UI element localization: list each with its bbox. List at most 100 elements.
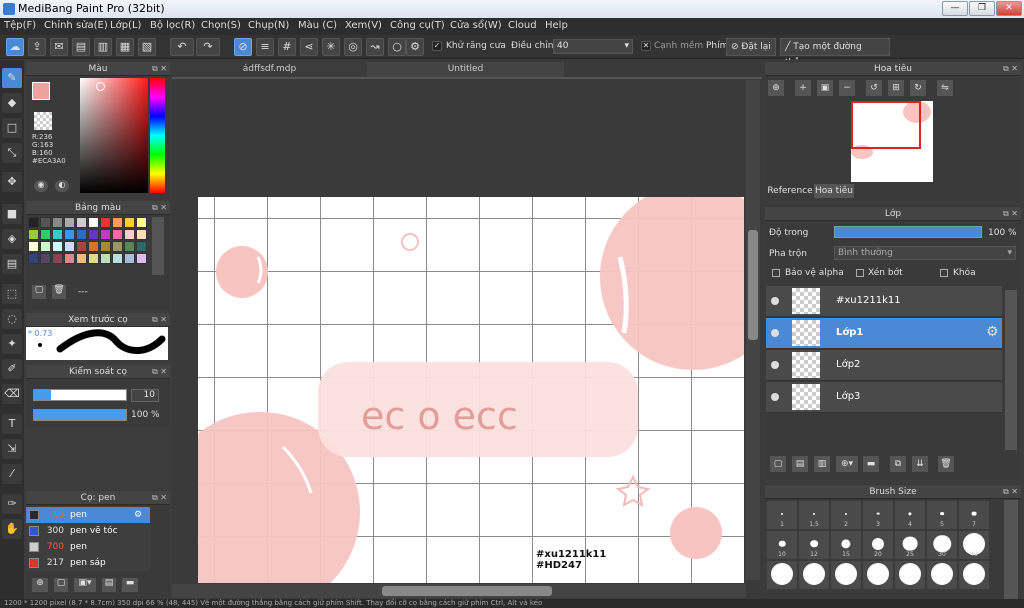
create-line-button[interactable]: ╱ Tạo một đường thẳng [780, 38, 890, 68]
tab-file2[interactable]: Untitled [367, 62, 564, 77]
panel-options-icon[interactable]: ⧉ ✕ [1003, 207, 1018, 221]
eyedropper-tool-icon[interactable]: ⁄ [2, 464, 22, 484]
flip-icon[interactable]: ⇋ [937, 80, 953, 96]
grid-doc-icon[interactable]: ▦ [116, 38, 134, 56]
brush-size-cell[interactable] [798, 560, 830, 590]
layer-row[interactable]: #xu1211k11 [766, 286, 1002, 317]
share-icon[interactable]: ⇪ [28, 38, 46, 56]
palette-scrollbar[interactable] [152, 217, 164, 275]
fit-screen-icon[interactable]: ▣ [817, 80, 833, 96]
folder-icon[interactable]: ▬ [122, 578, 138, 592]
menu-tools[interactable]: Công cụ(T) [390, 20, 445, 31]
palette-swatch[interactable] [100, 217, 111, 228]
grid-snap-icon[interactable]: # [278, 38, 296, 56]
palette-swatch[interactable] [28, 253, 39, 264]
panel-options-icon[interactable]: ⧉ ✕ [152, 365, 167, 379]
fill-rect-tool-icon[interactable]: ■ [2, 204, 22, 224]
menu-help[interactable]: Help [545, 20, 568, 31]
brush-size-cell[interactable] [830, 560, 862, 590]
palette-swatch[interactable] [88, 253, 99, 264]
blend-mode-dropdown[interactable]: Bình thường ▾ [834, 246, 1016, 260]
line-tool-icon[interactable]: ⤡ [2, 143, 22, 163]
new-layer-icon[interactable]: ▢ [770, 456, 786, 472]
palette-swatch[interactable] [40, 253, 51, 264]
gear-icon[interactable]: ⚙ [134, 507, 142, 523]
brush-item[interactable]: 300 pen vẽ tóc [26, 523, 150, 539]
delete-palette-icon[interactable]: 🗑 [52, 285, 66, 299]
palette-swatch[interactable] [76, 241, 87, 252]
palette-swatch[interactable] [52, 229, 63, 240]
brush-size-cell[interactable]: 10 [766, 530, 798, 560]
background-color-swatch[interactable] [34, 112, 52, 130]
zoom-plus-icon[interactable]: + [795, 80, 811, 96]
brush-size-cell[interactable] [926, 560, 958, 590]
comment-icon[interactable]: ✉ [50, 38, 68, 56]
panel-options-icon[interactable]: ⧉ ✕ [152, 62, 167, 76]
brush-opacity-slider[interactable] [33, 409, 127, 421]
cloud-icon[interactable]: ☁ [6, 38, 24, 56]
palette-swatch[interactable] [64, 217, 75, 228]
maximize-button[interactable]: ❐ [969, 1, 995, 16]
adjust-dropdown[interactable]: 40 ▾ [553, 39, 633, 54]
palette-swatch[interactable] [52, 217, 63, 228]
palette-swatch[interactable] [100, 253, 111, 264]
parallel-snap-icon[interactable]: ≡ [256, 38, 274, 56]
select-eraser-icon[interactable]: ⌫ [2, 384, 22, 404]
palette-swatch[interactable] [100, 241, 111, 252]
gradient-tool-icon[interactable]: ▤ [2, 254, 22, 274]
brush-tool-icon[interactable]: ✎ [2, 68, 22, 88]
palette-swatch[interactable] [112, 229, 123, 240]
hand-tool-icon[interactable]: ✋ [2, 519, 22, 539]
palette-swatch[interactable] [124, 229, 135, 240]
circle-snap-icon[interactable]: ◎ [344, 38, 362, 56]
brush-size-cell[interactable]: 20 [862, 530, 894, 560]
merge-layer-icon[interactable]: ⇊ [912, 456, 928, 472]
menu-filter[interactable]: Bộ lọc(R) [150, 20, 195, 31]
add-layer-menu-icon[interactable]: ⊕▾ [836, 456, 858, 472]
brush-size-cell[interactable]: 40 [958, 530, 990, 560]
rotate-left-icon[interactable]: ↺ [866, 80, 882, 96]
layers-scrollbar[interactable] [1005, 290, 1017, 450]
color-wheel-icon[interactable]: ◉ [34, 180, 48, 192]
palette-swatch[interactable] [136, 253, 147, 264]
menu-window[interactable]: Cửa sổ(W) [450, 20, 502, 31]
palette-swatch[interactable] [52, 241, 63, 252]
menu-view[interactable]: Xem(V) [345, 20, 382, 31]
text-tool-icon[interactable]: T [2, 414, 22, 434]
rotate-reset-icon[interactable]: ⊞ [888, 80, 904, 96]
palette-swatch[interactable] [124, 241, 135, 252]
delete-layer-icon[interactable]: 🗑 [938, 456, 954, 472]
operation-tool-icon[interactable]: ⇲ [2, 439, 22, 459]
rectangle-tool-icon[interactable]: □ [2, 118, 22, 138]
brush-size-cell[interactable]: 12 [798, 530, 830, 560]
palette-swatch[interactable] [112, 241, 123, 252]
brush-size-cell[interactable]: 2 [830, 500, 862, 530]
palette-swatch[interactable] [112, 217, 123, 228]
palette-swatch[interactable] [88, 229, 99, 240]
palette-swatch[interactable] [88, 217, 99, 228]
new-brush-icon[interactable]: ▢ [54, 578, 68, 592]
tab-navigator[interactable]: Hoa tiêu [814, 184, 854, 198]
brush-size-cell[interactable] [766, 560, 798, 590]
menu-file[interactable]: Tệp(F) [4, 20, 36, 31]
chat-icon[interactable]: ▤ [72, 38, 90, 56]
brush-size-cell[interactable]: 1 [766, 500, 798, 530]
menu-edit[interactable]: Chỉnh sửa(E) [44, 20, 108, 31]
saturation-value-picker[interactable] [80, 78, 148, 193]
zoom-out-icon[interactable]: − [839, 80, 855, 96]
palette-swatch[interactable] [40, 229, 51, 240]
brush-size-cell[interactable] [862, 560, 894, 590]
lasso-tool-icon[interactable]: ◌ [2, 309, 22, 329]
panel-options-icon[interactable]: ⧉ ✕ [152, 201, 167, 215]
visibility-icon[interactable] [771, 329, 779, 337]
duplicate-layer-icon[interactable]: ⧉ [890, 456, 906, 472]
panel-options-icon[interactable]: ⧉ ✕ [1003, 485, 1018, 499]
palette-swatch[interactable] [124, 217, 135, 228]
color-sliders-icon[interactable]: ◐ [55, 180, 69, 192]
zoom-in-icon[interactable]: ⊕ [768, 80, 784, 96]
palette-swatch[interactable] [52, 253, 63, 264]
brush-size-cell[interactable]: 30 [926, 530, 958, 560]
menu-capture[interactable]: Chụp(N) [248, 20, 289, 31]
menu-select[interactable]: Chọn(S) [201, 20, 241, 31]
menu-color[interactable]: Màu (C) [298, 20, 337, 31]
